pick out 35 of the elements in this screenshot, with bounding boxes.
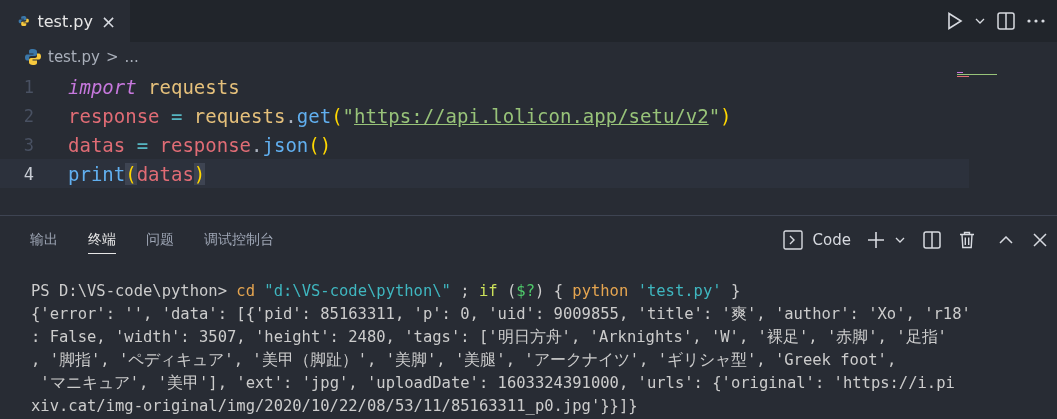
terminal-output-line: xiv.cat/img-original/img/2020/10/22/08/53/11/85163311_p0.jpg'}}]}: [31, 396, 639, 417]
more-icon[interactable]: [1027, 19, 1045, 23]
python-file-icon: [24, 48, 42, 66]
code-line: import requests: [68, 75, 240, 98]
breadcrumb-item[interactable]: ...: [124, 48, 139, 66]
panel-tab[interactable]: 调试控制台: [204, 226, 274, 254]
terminal-name[interactable]: Code: [812, 231, 851, 249]
panel-tab[interactable]: 输出: [30, 226, 58, 254]
terminal-output-line: , '脚指', 'ペディキュア', '美甲（脚趾）', '美脚', '美腿', 'アークナイツ', 'ギリシャ型', 'Greek foot',: [31, 350, 898, 371]
chevron-up-icon[interactable]: [999, 236, 1013, 244]
plus-icon[interactable]: [867, 231, 885, 249]
breadcrumb-item[interactable]: test.py: [48, 48, 100, 66]
tab-label: test.py: [37, 11, 93, 31]
minimap-drawing[interactable]: [957, 72, 997, 78]
terminal-output-line: : False, 'width': 3507, 'height': 2480, 'tags': ['明日方舟', 'Arknights', 'W', '裸足', '赤脚', '足指': [31, 327, 948, 348]
run-icon[interactable]: [947, 12, 963, 30]
trash-icon[interactable]: [959, 231, 975, 249]
terminal-output-line: {'error': '', 'data': [{'pid': 85163311, 'p': 0, 'uid': 9009855, 'title': '爽', 'author': 'Xo', 'r18': [31, 304, 972, 325]
chevron-down-icon[interactable]: [975, 18, 985, 24]
split-editor-icon[interactable]: [997, 12, 1015, 30]
code-line: response = requests.get("https://api.lolicon.app/setu/v2"): [68, 104, 732, 127]
terminal-output-line: 'マニキュア', '美甲'], 'ext': 'jpg', 'uploadDate': 1603324391000, 'urls': {'original': 'https://i.pi: [39, 373, 956, 394]
chevron-down-icon[interactable]: [895, 237, 905, 243]
code-line: datas = response.json(): [68, 133, 332, 156]
close-icon[interactable]: [1033, 233, 1047, 247]
panel-tab[interactable]: 问题: [146, 226, 174, 254]
terminal-command: PS D:\VS-code\python> cd "d:\VS-code\python\" ; if ($?) { python 'test.py' }: [31, 281, 742, 302]
breadcrumb-separator: >: [106, 48, 119, 66]
line-number: 4: [22, 163, 35, 184]
split-terminal-icon[interactable]: [923, 231, 941, 249]
close-icon[interactable]: ×: [100, 10, 116, 32]
code-line: print(datas): [68, 162, 206, 185]
panel-tab[interactable]: 终端: [88, 226, 116, 254]
terminal-icon: [782, 230, 803, 250]
editor-tab[interactable]: test.py ×: [0, 0, 130, 42]
